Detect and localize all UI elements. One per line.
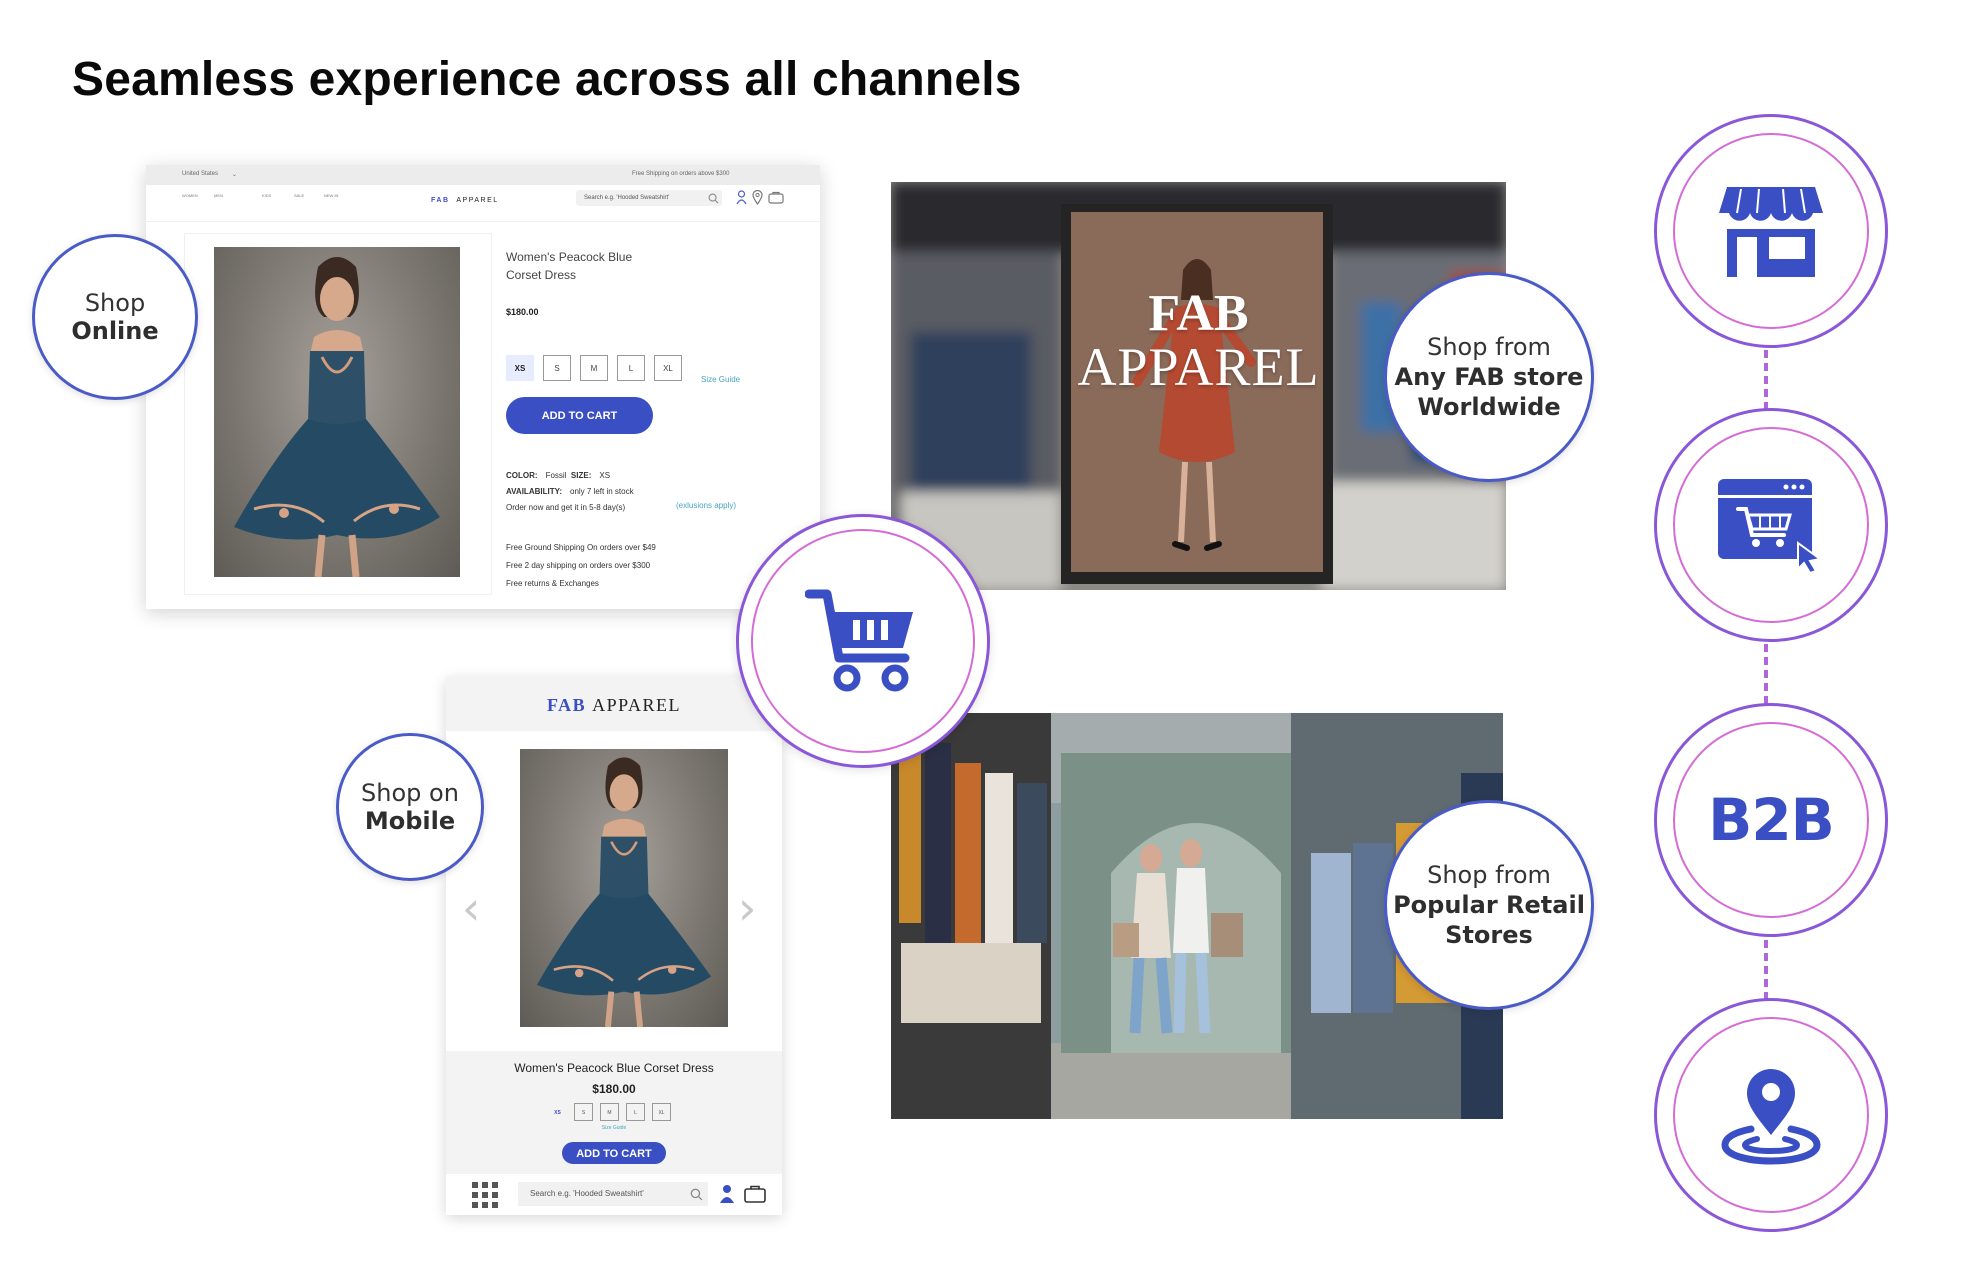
channel-circle-location[interactable] [1654,998,1888,1232]
add-to-cart-button[interactable]: ADD TO CART [506,397,653,434]
product-price: $180.00 [506,307,539,317]
mobile-size-selector: XS S M L XL [548,1101,678,1121]
location-pin-icon [1721,1069,1821,1165]
mobile-product-page: FAB APPAREL ‹ › Women's Peacock Blue Cor… [446,677,782,1215]
nav-link-kids[interactable]: KIDS [262,193,271,198]
desktop-search-input[interactable]: Search e.g. 'Hooded Sweatshirt' [576,190,722,206]
page-title: Seamless experience across all channels [72,53,1022,106]
desktop-logo[interactable]: FAB APPAREL [431,197,499,204]
shipping-info-line: Free 2 day shipping on orders over $300 [506,561,651,570]
availability-info: AVAILABILITY: only 7 left in stock [506,487,634,496]
size-guide-link[interactable]: Size Guide [701,375,740,384]
color-size-info: COLOR: Fossil SIZE: XS [506,471,611,480]
connector-dash [1764,350,1768,410]
bag-icon[interactable] [744,1185,766,1203]
shopping-cart-icon [805,589,913,692]
size-option-l[interactable]: L [617,355,645,381]
mobile-logo[interactable]: FAB APPAREL [446,695,782,716]
mobile-product-name: Women's Peacock Blue Corset Dress [514,1061,714,1075]
bag-icon[interactable] [768,191,784,204]
size-option-s[interactable]: S [543,355,571,381]
size-option-s[interactable]: S [574,1103,593,1121]
mobile-product-image-dress[interactable] [520,749,728,1027]
mobile-bottom-bar: Search e.g. 'Hooded Sweatshirt' [446,1174,782,1215]
search-icon[interactable] [708,193,719,204]
mobile-search-input[interactable]: Search e.g. 'Hooded Sweatshirt' [518,1182,708,1206]
mobile-size-guide-link[interactable]: Size Guide [446,1125,782,1131]
product-name: Women's Peacock Blue Corset Dress [506,250,633,282]
shipping-info-line: Free returns & Exchanges [506,579,599,588]
size-option-xs[interactable]: XS [506,355,534,381]
mobile-add-to-cart-button[interactable]: ADD TO CART [562,1142,666,1164]
location-pin-icon[interactable] [752,190,763,205]
size-option-m[interactable]: M [600,1103,619,1121]
delivery-info: Order now and get it in 5-8 day(s) [506,503,626,512]
nav-link-women[interactable]: WOMEN [182,193,198,198]
exclusions-link[interactable]: (exlusions apply) [676,501,736,510]
storefront-icon [1719,187,1823,277]
shipping-info-line: Free Ground Shipping On orders over $49 [506,543,656,552]
nav-link-sale[interactable]: SALE [294,193,304,198]
shop-on-mobile-label: Shop on Mobile [336,733,484,881]
channel-circle-online[interactable] [1654,408,1888,642]
product-image-dress[interactable] [214,247,460,577]
shop-retail-stores-label: Shop from Popular Retail Stores [1384,800,1594,1010]
desktop-nav: WOMEN MEN KIDS SALE NEW IN FAB APPAREL S… [146,185,820,222]
mobile-product-price: $180.00 [592,1082,636,1096]
search-icon[interactable] [690,1188,703,1201]
size-option-xl[interactable]: XL [654,355,682,381]
grid-icon[interactable] [472,1182,498,1208]
connector-dash [1764,644,1768,704]
user-icon[interactable] [720,1184,734,1204]
shop-online-label: Shop Online [32,234,198,400]
size-selector: XS S M L XL [506,355,691,381]
chevron-left-icon[interactable]: ‹ [462,881,480,935]
b2b-text: B2B [1708,786,1835,854]
desktop-top-bar: United States ⌄ Free Shipping on orders … [146,165,820,185]
nav-link-men[interactable]: MEN [214,193,223,198]
channel-circle-store[interactable] [1654,114,1888,348]
free-shipping-banner: Free Shipping on orders above $300 [632,171,730,177]
center-cart-circle [736,514,990,768]
connector-dash [1764,940,1768,1000]
user-icon[interactable] [736,190,747,205]
size-option-m[interactable]: M [580,355,608,381]
region-selector[interactable]: United States [182,171,218,177]
desktop-product-page: United States ⌄ Free Shipping on orders … [146,165,820,609]
size-option-xs[interactable]: XS [548,1103,567,1121]
web-cart-icon [1718,479,1823,573]
channel-circle-b2b[interactable]: B2B [1654,703,1888,937]
chevron-right-icon[interactable]: › [738,881,756,935]
shop-fab-store-label: Shop from Any FAB store Worldwide [1384,272,1594,482]
nav-link-new-in[interactable]: NEW IN [324,193,338,198]
chevron-down-icon: ⌄ [232,172,238,178]
size-option-xl[interactable]: XL [652,1103,671,1121]
size-option-l[interactable]: L [626,1103,645,1121]
